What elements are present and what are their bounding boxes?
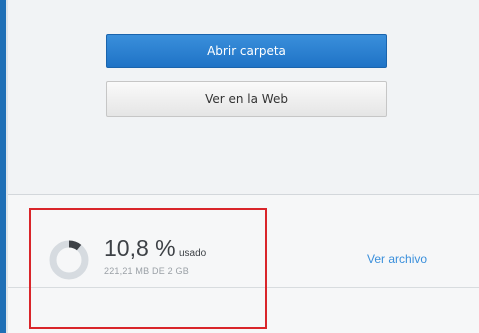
storage-used-percent: 10,8 % xyxy=(104,235,176,262)
storage-usage-donut-icon xyxy=(49,240,89,280)
storage-used-label: usado xyxy=(179,248,207,259)
storage-percent-value: 10,8 xyxy=(104,235,149,261)
open-folder-button[interactable]: Abrir carpeta xyxy=(106,34,387,68)
view-on-web-button[interactable]: Ver en la Web xyxy=(106,81,387,117)
storage-used-detail: 221,21 MB DE 2 GB xyxy=(104,266,189,276)
view-files-link[interactable]: Ver archivo xyxy=(367,252,427,266)
storage-percent-sign: % xyxy=(148,235,176,261)
donut-track xyxy=(49,240,89,280)
